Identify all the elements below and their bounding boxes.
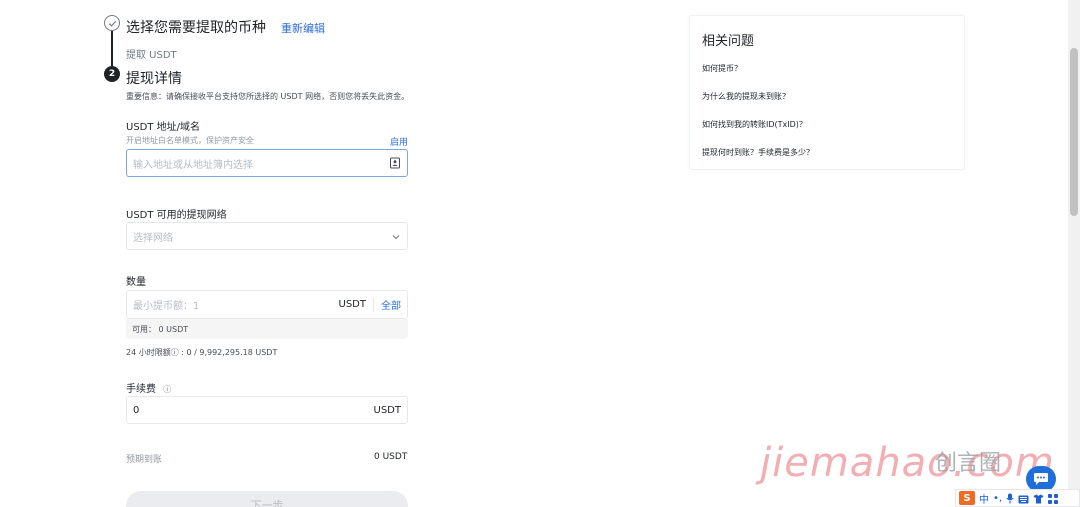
network-placeholder: 选择网络 bbox=[133, 232, 173, 244]
daily-limit: 24 小时限额ⓘ : 0 / 9,992,295.18 USDT bbox=[126, 348, 278, 357]
ime-toolbar[interactable]: S 中 •, bbox=[955, 489, 1080, 507]
next-button[interactable]: 下一步 bbox=[126, 491, 408, 507]
network-select[interactable]: 选择网络 bbox=[126, 222, 408, 250]
faq-item[interactable]: 如何提币？ bbox=[702, 63, 742, 74]
amount-placeholder: 最小提币额：1 bbox=[133, 301, 200, 312]
chat-icon bbox=[1034, 473, 1048, 485]
amount-input[interactable]: 最小提币额：1 USDT 全部 bbox=[126, 290, 408, 319]
fee-value: 0 bbox=[133, 404, 140, 416]
expected-receive-label: 预期到账 bbox=[126, 455, 163, 465]
step-complete-icon bbox=[104, 15, 120, 31]
faq-item[interactable]: 如何找到我的转账ID(TxID)？ bbox=[702, 119, 807, 130]
fee-field: 0 USDT bbox=[126, 396, 408, 424]
scrollbar-thumb[interactable] bbox=[1070, 48, 1078, 216]
faq-item[interactable]: 提现何时到账？手续费是多少？ bbox=[702, 147, 814, 158]
network-label: USDT 可用的提现网络 bbox=[126, 210, 227, 221]
step-number-badge: 2 bbox=[104, 66, 120, 82]
amount-label: 数量 bbox=[126, 277, 146, 288]
amount-divider bbox=[373, 297, 374, 312]
faq-panel: 相关问题 如何提币？ 为什么我的提现未到账？ 如何找到我的转账ID(TxID)？… bbox=[689, 15, 965, 170]
toolbox-icon[interactable] bbox=[1048, 489, 1059, 507]
expected-receive-value: 0 USDT bbox=[374, 452, 408, 462]
fee-label: 手续费 ⓘ bbox=[126, 380, 171, 395]
step-connector bbox=[111, 31, 113, 66]
chevron-down-icon bbox=[391, 227, 401, 246]
watermark-brand: 创言圈 bbox=[935, 451, 1002, 476]
fee-label-text: 手续费 bbox=[126, 384, 156, 395]
address-label: USDT 地址/域名 bbox=[126, 122, 201, 133]
step2-title: 提现详情 bbox=[126, 71, 182, 87]
fee-unit: USDT bbox=[373, 404, 401, 416]
keyboard-icon[interactable] bbox=[1018, 489, 1029, 507]
ime-mode[interactable]: 中 bbox=[979, 491, 989, 506]
faq-item[interactable]: 为什么我的提现未到账？ bbox=[702, 91, 790, 102]
faq-title: 相关问题 bbox=[702, 34, 755, 49]
watermark-text: jiemahao.com bbox=[760, 440, 1055, 486]
available-balance: 可用： 0 USDT bbox=[126, 319, 408, 339]
re-edit-link[interactable]: 重新编辑 bbox=[281, 20, 325, 36]
step1-title: 选择您需要提取的币种 bbox=[126, 20, 266, 36]
skin-icon[interactable] bbox=[1033, 489, 1044, 507]
max-amount-link[interactable]: 全部 bbox=[381, 297, 401, 312]
selected-coin-summary: 提取 USDT bbox=[126, 50, 177, 61]
address-input[interactable]: 输入地址或从地址簿内选择 bbox=[126, 149, 408, 177]
punctuation-icon[interactable]: •, bbox=[993, 493, 1002, 504]
amount-unit: USDT bbox=[338, 299, 366, 310]
whitelist-hint: 开启地址白名单模式，保护资产安全 bbox=[126, 136, 254, 145]
address-placeholder: 输入地址或从地址簿内选择 bbox=[133, 159, 253, 171]
microphone-icon[interactable] bbox=[1006, 489, 1014, 507]
important-notice: 重要信息：请确保接收平台支持您所选择的 USDT 网络，否则您将丢失此资金。 bbox=[126, 92, 410, 101]
address-book-icon[interactable] bbox=[389, 154, 401, 173]
ime-logo[interactable]: S bbox=[959, 491, 975, 505]
whitelist-enable-link[interactable]: 启用 bbox=[390, 135, 408, 148]
info-icon[interactable]: ⓘ bbox=[163, 385, 171, 394]
